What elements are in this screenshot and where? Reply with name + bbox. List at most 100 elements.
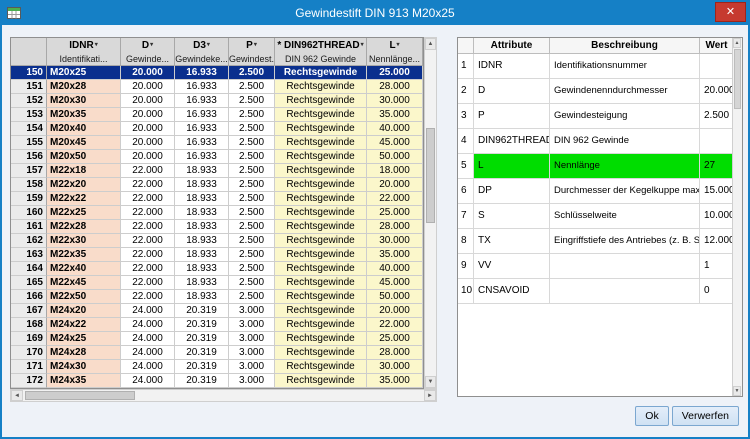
cell-thread[interactable]: Rechtsgewinde [275, 346, 367, 360]
cell-idnr[interactable]: M22x25 [47, 206, 121, 220]
cell-thread[interactable]: Rechtsgewinde [275, 108, 367, 122]
column-header-din962thread[interactable]: * DIN962THREAD▾ DIN 962 Gewinde [275, 38, 367, 66]
cell-p[interactable]: 3.000 [229, 374, 275, 388]
row-number[interactable]: 157 [11, 164, 47, 178]
cell-attribute[interactable]: DIN962THREAD [474, 129, 550, 154]
cell-p[interactable]: 3.000 [229, 360, 275, 374]
table-row[interactable]: 152M20x3020.00016.9332.500Rechtsgewinde3… [11, 94, 423, 108]
table-row[interactable]: 153M20x3520.00016.9332.500Rechtsgewinde3… [11, 108, 423, 122]
cell-wert[interactable]: 0 [700, 279, 734, 304]
cell-attribute[interactable]: VV [474, 254, 550, 279]
cell-p[interactable]: 2.500 [229, 206, 275, 220]
cell-d[interactable]: 20.000 [121, 94, 175, 108]
attribute-row[interactable]: 5LNennlänge27 [458, 154, 734, 179]
cell-l[interactable]: 20.000 [367, 304, 423, 318]
cell-p[interactable]: 2.500 [229, 136, 275, 150]
row-number[interactable]: 164 [11, 262, 47, 276]
column-header-l[interactable]: L▾ Nennlänge... [367, 38, 423, 66]
cell-l[interactable]: 30.000 [367, 234, 423, 248]
cell-d3[interactable]: 20.319 [175, 360, 229, 374]
cell-attribute[interactable]: DP [474, 179, 550, 204]
table-row[interactable]: 169M24x2524.00020.3193.000Rechtsgewinde2… [11, 332, 423, 346]
cell-d3[interactable]: 18.933 [175, 206, 229, 220]
sort-icon[interactable]: ▾ [95, 42, 98, 48]
cell-d3[interactable]: 18.933 [175, 248, 229, 262]
horizontal-scrollbar[interactable]: ◄ ► [10, 389, 437, 402]
row-number[interactable]: 163 [11, 248, 47, 262]
cell-p[interactable]: 3.000 [229, 304, 275, 318]
cell-thread[interactable]: Rechtsgewinde [275, 290, 367, 304]
cell-d[interactable]: 24.000 [121, 374, 175, 388]
cell-beschreibung[interactable] [550, 254, 700, 279]
attribute-row[interactable]: 4DIN962THREADDIN 962 Gewinde [458, 129, 734, 154]
cell-idnr[interactable]: M22x20 [47, 178, 121, 192]
cell-d3[interactable]: 16.933 [175, 66, 229, 80]
row-number[interactable]: 165 [11, 276, 47, 290]
cell-d[interactable]: 24.000 [121, 346, 175, 360]
scroll-right-icon[interactable]: ► [424, 390, 436, 401]
cell-attribute[interactable]: IDNR [474, 54, 550, 79]
cell-attribute[interactable]: CNSAVOID [474, 279, 550, 304]
cell-beschreibung[interactable]: DIN 962 Gewinde [550, 129, 700, 154]
table-row[interactable]: 157M22x1822.00018.9332.500Rechtsgewinde1… [11, 164, 423, 178]
cell-d[interactable]: 20.000 [121, 136, 175, 150]
attribute-row[interactable]: 10CNSAVOID0 [458, 279, 734, 304]
cell-p[interactable]: 2.500 [229, 248, 275, 262]
cell-d3[interactable]: 18.933 [175, 164, 229, 178]
cell-beschreibung[interactable]: Schlüsselweite [550, 204, 700, 229]
cell-idnr[interactable]: M24x30 [47, 360, 121, 374]
row-number[interactable]: 160 [11, 206, 47, 220]
cell-wert[interactable]: 15.000 [700, 179, 734, 204]
row-number[interactable]: 161 [11, 220, 47, 234]
close-button[interactable]: ✕ [715, 2, 746, 22]
cell-d[interactable]: 20.000 [121, 150, 175, 164]
attributes-scrollbar[interactable]: ▲ ▼ [732, 38, 742, 396]
cell-d[interactable]: 22.000 [121, 220, 175, 234]
cell-thread[interactable]: Rechtsgewinde [275, 374, 367, 388]
row-number[interactable]: 170 [11, 346, 47, 360]
cell-p[interactable]: 2.500 [229, 80, 275, 94]
cell-idnr[interactable]: M20x40 [47, 122, 121, 136]
cell-p[interactable]: 2.500 [229, 262, 275, 276]
cell-p[interactable]: 2.500 [229, 122, 275, 136]
cell-d[interactable]: 22.000 [121, 206, 175, 220]
table-row[interactable]: 163M22x3522.00018.9332.500Rechtsgewinde3… [11, 248, 423, 262]
scroll-down-icon[interactable]: ▼ [425, 376, 436, 388]
cell-idnr[interactable]: M22x22 [47, 192, 121, 206]
cell-attribute[interactable]: P [474, 104, 550, 129]
scroll-down-icon[interactable]: ▼ [733, 386, 741, 396]
table-row[interactable]: 150M20x2520.00016.9332.500Rechtsgewinde2… [11, 66, 423, 80]
cell-d3[interactable]: 20.319 [175, 374, 229, 388]
column-header-d3[interactable]: D3▾ Gewindeke... [175, 38, 229, 66]
cell-idnr[interactable]: M22x40 [47, 262, 121, 276]
cell-beschreibung[interactable]: Nennlänge [550, 154, 700, 179]
cell-l[interactable]: 30.000 [367, 94, 423, 108]
cell-idnr[interactable]: M20x35 [47, 108, 121, 122]
cell-p[interactable]: 2.500 [229, 94, 275, 108]
scroll-left-icon[interactable]: ◄ [11, 390, 23, 401]
cell-idnr[interactable]: M20x30 [47, 94, 121, 108]
cell-d3[interactable]: 18.933 [175, 262, 229, 276]
cell-p[interactable]: 2.500 [229, 276, 275, 290]
row-number[interactable]: 158 [11, 178, 47, 192]
cell-d3[interactable]: 18.933 [175, 290, 229, 304]
row-number[interactable]: 153 [11, 108, 47, 122]
cell-thread[interactable]: Rechtsgewinde [275, 304, 367, 318]
cell-thread[interactable]: Rechtsgewinde [275, 360, 367, 374]
attributes-scrollbar-thumb[interactable] [734, 49, 741, 109]
cell-d3[interactable]: 16.933 [175, 150, 229, 164]
cell-idnr[interactable]: M24x25 [47, 332, 121, 346]
cell-thread[interactable]: Rechtsgewinde [275, 136, 367, 150]
cell-thread[interactable]: Rechtsgewinde [275, 276, 367, 290]
row-number[interactable]: 171 [11, 360, 47, 374]
cell-thread[interactable]: Rechtsgewinde [275, 318, 367, 332]
cell-p[interactable]: 2.500 [229, 164, 275, 178]
ok-button[interactable]: Ok [635, 406, 668, 426]
cell-thread[interactable]: Rechtsgewinde [275, 234, 367, 248]
attribute-row[interactable]: 7SSchlüsselweite10.000 [458, 204, 734, 229]
cell-idnr[interactable]: M24x35 [47, 374, 121, 388]
sort-icon[interactable]: ▾ [150, 42, 153, 48]
table-row[interactable]: 154M20x4020.00016.9332.500Rechtsgewinde4… [11, 122, 423, 136]
cell-d[interactable]: 24.000 [121, 318, 175, 332]
row-number[interactable]: 150 [11, 66, 47, 80]
